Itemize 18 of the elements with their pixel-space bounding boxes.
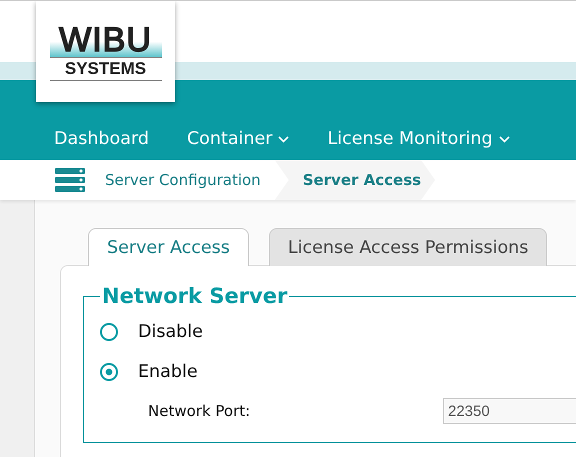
radio-button[interactable]: [100, 363, 118, 381]
server-icon: [55, 168, 85, 192]
radio-button[interactable]: [100, 323, 118, 341]
logo-subtext: SYSTEMS: [50, 58, 162, 80]
breadcrumb-link[interactable]: Server Access: [274, 160, 436, 200]
tab[interactable]: Server Access: [88, 228, 249, 266]
port-field[interactable]: 22350: [443, 398, 576, 424]
group-title: Network Server: [101, 284, 288, 308]
breadcrumb-link[interactable]: Server Configuration: [85, 160, 275, 200]
radio-option[interactable]: Disable: [100, 312, 576, 352]
chevron-down-icon: [498, 136, 510, 142]
chevron-down-icon: [278, 136, 290, 142]
nav-item[interactable]: License Monitoring: [327, 129, 510, 149]
tab[interactable]: License Access Permissions: [268, 228, 548, 266]
field-label: Network Port:: [148, 402, 252, 420]
nav-item[interactable]: Dashboard: [54, 129, 149, 149]
nav-item[interactable]: Container: [186, 129, 290, 149]
radio-option[interactable]: Enable: [100, 352, 576, 392]
